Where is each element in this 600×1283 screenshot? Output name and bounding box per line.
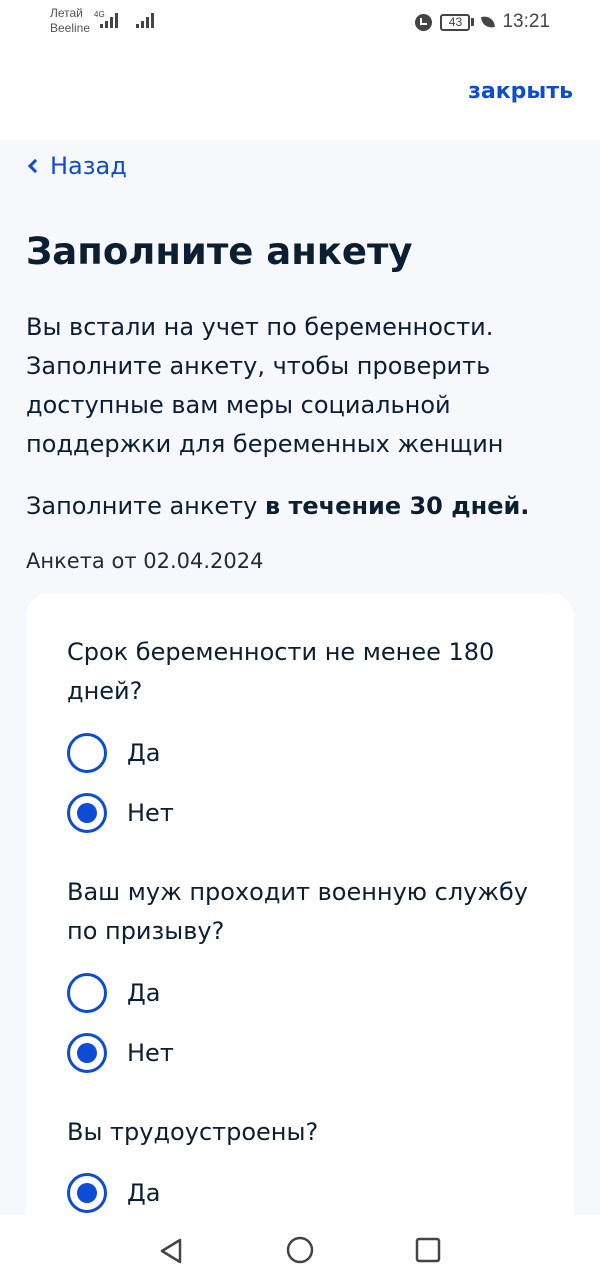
option-label: Нет <box>127 1039 174 1067</box>
page-title: Заполните анкету <box>26 230 413 273</box>
question-3: Вы трудоустроены? <box>67 1118 319 1146</box>
radio-unchecked-icon[interactable] <box>67 973 107 1013</box>
leaf-icon <box>481 15 496 29</box>
status-right: 43 13:21 <box>415 11 550 33</box>
question-1-option-no[interactable]: Нет <box>67 793 174 833</box>
option-label: Да <box>127 739 161 767</box>
question-1-option-yes[interactable]: Да <box>67 733 160 773</box>
radio-checked-icon[interactable] <box>67 1173 107 1213</box>
close-link[interactable]: закрыть <box>468 79 573 104</box>
carrier-2: Beeline <box>50 21 91 35</box>
option-label: Да <box>127 1179 161 1207</box>
back-link[interactable]: Назад <box>26 152 127 180</box>
circle-home-icon[interactable] <box>286 1236 314 1264</box>
intro-text: Вы встали на учет по беременности. Запол… <box>26 313 504 458</box>
back-label: Назад <box>50 152 127 180</box>
questionnaire-date: Анкета от 02.04.2024 <box>26 549 264 573</box>
question-2: Ваш муж проходит военную службу по призы… <box>67 878 528 945</box>
question-2-option-yes[interactable]: Да <box>67 973 160 1013</box>
signal-icon <box>100 10 118 28</box>
radio-checked-icon[interactable] <box>67 1033 107 1073</box>
deadline-bold: в течение 30 дней. <box>264 492 530 520</box>
deadline-prefix: Заполните анкету <box>26 492 265 520</box>
carrier-1: Летай <box>50 6 83 20</box>
option-label: Нет <box>127 799 174 827</box>
status-bar: Летай Beeline 4G 43 13:21 <box>0 0 600 50</box>
radio-unchecked-icon[interactable] <box>67 733 107 773</box>
questionnaire-card: Срок беременности не менее 180 дней? Да … <box>26 593 574 1233</box>
option-label: Да <box>127 979 161 1007</box>
deadline-text: Заполните анкету в течение 30 дней. <box>26 488 529 524</box>
square-recent-icon[interactable] <box>415 1237 441 1263</box>
question-1: Срок беременности не менее 180 дней? <box>67 638 495 705</box>
battery-level: 43 <box>440 13 471 31</box>
chevron-left-icon <box>27 158 43 174</box>
signal-icon-2 <box>136 10 154 28</box>
clock: 13:21 <box>502 11 550 32</box>
carrier-labels: Летай Beeline <box>50 6 90 36</box>
alarm-icon <box>415 13 433 31</box>
question-3-option-yes[interactable]: Да <box>67 1173 160 1213</box>
top-bar: закрыть <box>0 50 600 140</box>
question-2-option-no[interactable]: Нет <box>67 1033 174 1073</box>
battery-icon: 43 <box>440 13 475 31</box>
radio-checked-icon[interactable] <box>67 793 107 833</box>
system-nav-bar <box>0 1215 600 1283</box>
